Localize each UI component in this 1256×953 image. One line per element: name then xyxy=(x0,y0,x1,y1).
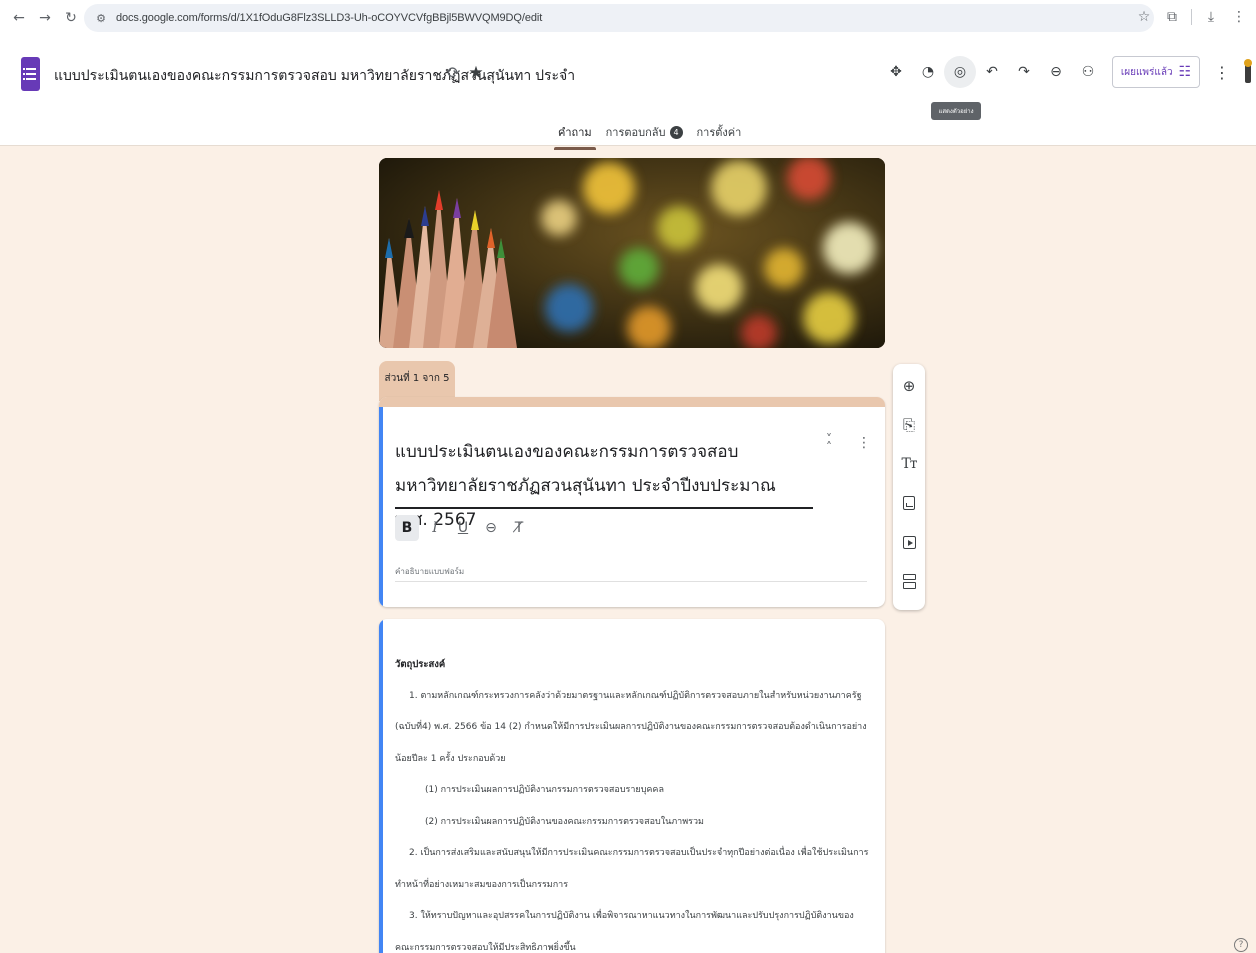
focus-indicator xyxy=(379,407,383,607)
browser-toolbar: ← → ↻ ⚙ docs.google.com/forms/d/1X1fOduG… xyxy=(0,0,1256,36)
published-label: เผยแพร่แล้ว xyxy=(1120,66,1173,78)
title-underline xyxy=(395,507,813,509)
forms-header: แบบประเมินตนเองของคณะกรรมการตรวจสอบ มหาว… xyxy=(0,36,1256,150)
section-indicator: ส่วนที่ 1 จาก 5 xyxy=(379,361,455,401)
form-tabs: คำถาม การตอบกลับ 4 การตั้งค่า xyxy=(554,117,751,150)
objective-3: 3. ให้ทราบปัญหาและอุปสรรคในการปฏิบัติงาน… xyxy=(395,911,854,953)
extensions-icon[interactable]: ⧉ xyxy=(1163,6,1181,28)
form-description-input[interactable]: คำอธิบายแบบฟอร์ม xyxy=(395,565,464,578)
add-collaborator-icon[interactable]: ⚇ xyxy=(1072,56,1104,88)
italic-icon[interactable]: I xyxy=(423,515,447,541)
link-icon[interactable]: ⊖ xyxy=(1040,56,1072,88)
objective-1a: (1) การประเมินผลการปฏิบัติงานกรรมการตรวจ… xyxy=(425,785,664,795)
objectives-heading: วัตถุประสงค์ xyxy=(395,659,446,670)
add-image-icon[interactable] xyxy=(897,491,921,515)
title-actions: ⟳ ★ xyxy=(447,63,484,83)
focus-indicator xyxy=(379,619,383,953)
bookmark-star-icon[interactable]: ☆ xyxy=(1135,6,1153,28)
tab-responses[interactable]: การตอบกลับ 4 xyxy=(602,117,687,150)
address-bar[interactable]: ⚙ docs.google.com/forms/d/1X1fOduG8Flz3S… xyxy=(84,4,1154,32)
description-underline xyxy=(395,581,867,582)
form-header-image[interactable] xyxy=(379,158,885,348)
published-button[interactable]: เผยแพร่แล้ว ☷ xyxy=(1112,56,1200,88)
more-options-icon[interactable]: ⋮ xyxy=(1212,56,1232,88)
redo-icon[interactable]: ↷ xyxy=(1008,56,1040,88)
document-title[interactable]: แบบประเมินตนเองของคณะกรรมการตรวจสอบ มหาว… xyxy=(54,65,575,87)
form-title-card[interactable]: แบบประเมินตนเองของคณะกรรมการตรวจสอบ มหาว… xyxy=(379,397,885,607)
tab-settings-label: การตั้งค่า xyxy=(696,126,742,139)
publish-settings-icon: ☷ xyxy=(1178,64,1192,80)
site-info-icon[interactable]: ⚙ xyxy=(92,9,110,27)
palette-icon[interactable]: ◔ xyxy=(912,56,944,88)
reload-icon[interactable]: ↻ xyxy=(60,7,82,29)
google-forms-logo-icon[interactable] xyxy=(21,57,40,91)
move-to-drive-icon[interactable]: ⟳ xyxy=(447,63,460,83)
undo-icon[interactable]: ↶ xyxy=(976,56,1008,88)
add-section-icon[interactable] xyxy=(897,569,921,593)
profile-icon[interactable]: ⋮ xyxy=(1230,6,1248,28)
bold-icon[interactable]: B xyxy=(395,515,419,541)
floating-toolbar: ⊕ ⎘ Tт xyxy=(893,364,925,610)
tab-questions[interactable]: คำถาม xyxy=(554,117,596,150)
help-icon[interactable]: ? xyxy=(1234,938,1248,952)
objective-1b: (2) การประเมินผลการปฏิบัติงานของคณะกรรมก… xyxy=(425,816,704,827)
star-icon[interactable]: ★ xyxy=(468,63,483,83)
collapse-section-icon[interactable]: ˅ ˄ xyxy=(823,433,835,453)
editor-toolbar: ✥ ◔ ◎ ↶ ↷ ⊖ ⚇ เผยแพร่แล้ว ☷ ⋮ xyxy=(880,56,1256,88)
text-format-toolbar: B I U ⊖ T̸ xyxy=(395,515,531,541)
add-title-icon[interactable]: Tт xyxy=(897,452,921,476)
toolbar-divider xyxy=(1191,9,1192,25)
preview-tooltip: แสดงตัวอย่าง xyxy=(931,102,981,120)
import-question-icon[interactable]: ⎘ xyxy=(897,413,921,437)
back-icon[interactable]: ← xyxy=(8,7,30,29)
objective-2: 2. เป็นการส่งเสริมและสนับสนุนให้มีการประ… xyxy=(395,848,869,890)
theme-band xyxy=(379,397,885,407)
add-question-icon[interactable]: ⊕ xyxy=(897,374,921,398)
description-card[interactable]: วัตถุประสงค์ 1. ตามหลักเกณฑ์กระทรวงการคล… xyxy=(379,619,885,953)
tab-responses-label: การตอบกลับ xyxy=(605,126,666,139)
objective-1: 1. ตามหลักเกณฑ์กระทรวงการคลังว่าด้วยมาตร… xyxy=(395,690,867,764)
tab-questions-label: คำถาม xyxy=(558,126,592,139)
responses-count-badge: 4 xyxy=(669,126,683,139)
section-more-icon[interactable]: ⋮ xyxy=(857,435,871,451)
add-video-icon[interactable] xyxy=(897,530,921,554)
addon-icon[interactable]: ✥ xyxy=(880,56,912,88)
tab-settings[interactable]: การตั้งค่า xyxy=(693,117,746,150)
clear-formatting-icon[interactable]: T̸ xyxy=(507,515,531,541)
preview-icon[interactable]: ◎ xyxy=(944,56,976,88)
description-text: วัตถุประสงค์ 1. ตามหลักเกณฑ์กระทรวงการคล… xyxy=(395,649,869,953)
insert-link-icon[interactable]: ⊖ xyxy=(479,515,503,541)
browser-actions: ☆ ⧉ ⤓ ⋮ xyxy=(1135,6,1248,28)
forward-icon[interactable]: → xyxy=(34,7,56,29)
underline-icon[interactable]: U xyxy=(451,515,475,541)
download-icon[interactable]: ⤓ xyxy=(1202,6,1220,28)
avatar[interactable] xyxy=(1238,56,1256,88)
url-text: docs.google.com/forms/d/1X1fOduG8Flz3SLL… xyxy=(116,12,543,24)
